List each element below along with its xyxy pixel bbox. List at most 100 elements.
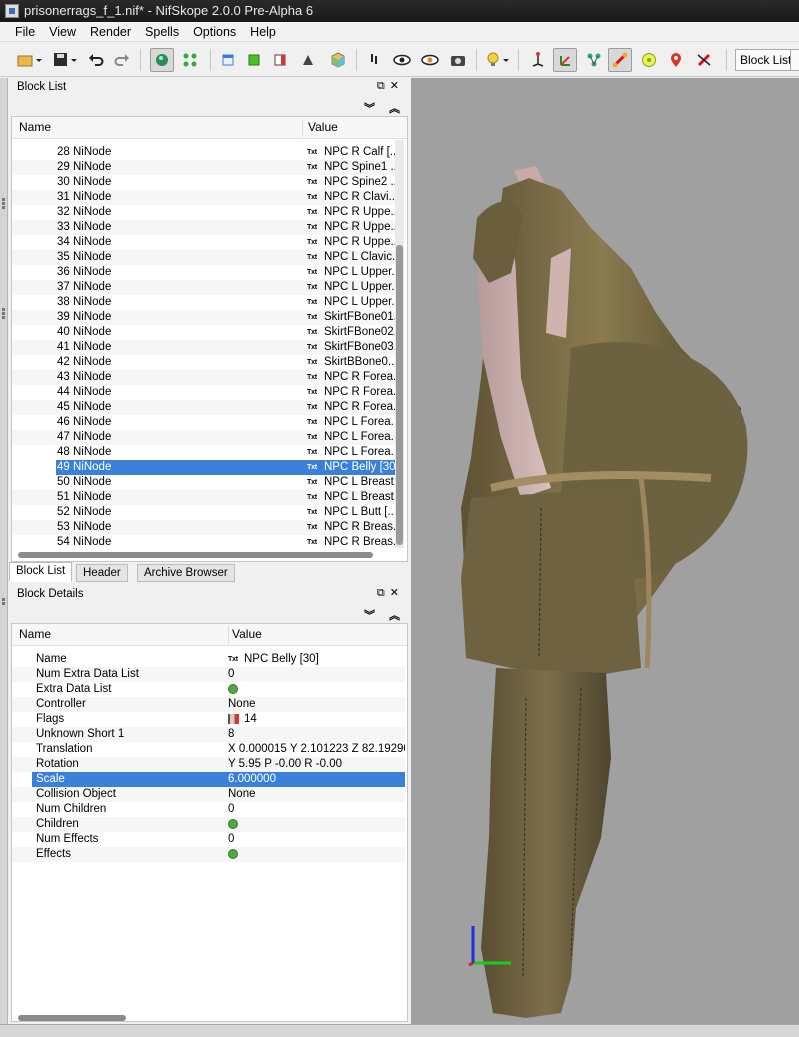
block-list-row[interactable]: 28 NiNode Txt NPC R Calf [... xyxy=(12,145,395,160)
block-list-row[interactable]: 47 NiNode Txt NPC L Forea... xyxy=(12,430,395,445)
block-list-row[interactable]: 31 NiNode Txt NPC R Clavi... xyxy=(12,190,395,205)
block-list-row[interactable]: 53 NiNode Txt NPC R Breas... xyxy=(12,520,395,535)
green-link-icon[interactable] xyxy=(228,684,238,697)
block-list-hscroll-thumb[interactable] xyxy=(18,552,373,558)
field-value[interactable]: None xyxy=(228,697,256,712)
save-file-icon[interactable] xyxy=(50,48,80,72)
block-list-row[interactable]: 41 NiNode Txt SkirtFBone03... xyxy=(12,340,395,355)
menu-render[interactable]: Render xyxy=(83,22,138,42)
detail-row[interactable]: Unknown Short 1 8 xyxy=(12,727,405,742)
show-markers-icon[interactable] xyxy=(637,48,661,72)
block-list-row[interactable]: 43 NiNode Txt NPC R Forea... xyxy=(12,370,395,385)
detail-row[interactable]: Children xyxy=(12,817,405,832)
block-list-row[interactable]: 30 NiNode Txt NPC Spine2 ... xyxy=(12,175,395,190)
block-list-row[interactable]: 52 NiNode Txt NPC L Butt [... xyxy=(12,505,395,520)
block-list-vscrollbar[interactable] xyxy=(395,140,404,548)
open-file-icon[interactable] xyxy=(14,48,44,72)
field-value[interactable]: 14 xyxy=(244,712,257,727)
column-value-header[interactable]: Value xyxy=(308,120,338,134)
menu-view[interactable]: View xyxy=(42,22,83,42)
field-value[interactable]: Y 5.95 P -0.00 R -0.00 xyxy=(228,757,342,772)
field-value[interactable]: 6.000000 xyxy=(228,772,276,787)
collapse-all-icon[interactable]: ︽ xyxy=(389,607,400,623)
block-list-row[interactable]: 54 NiNode Txt NPC R Breas... xyxy=(12,535,395,550)
block-list-vscroll-thumb[interactable] xyxy=(396,245,403,545)
block-list-row[interactable]: 45 NiNode Txt NPC R Forea... xyxy=(12,400,395,415)
select-object-icon[interactable] xyxy=(150,48,174,72)
eye-highlight-icon[interactable] xyxy=(418,48,442,72)
tab-header[interactable]: Header xyxy=(76,564,128,582)
location-pin-icon[interactable] xyxy=(664,48,688,72)
block-list-row[interactable]: 35 NiNode Txt NPC L Clavic... xyxy=(12,250,395,265)
render-viewport[interactable] xyxy=(411,78,799,1024)
collapse-all-icon[interactable]: ︽ xyxy=(389,100,400,116)
view-top-icon[interactable] xyxy=(216,48,240,72)
detail-row[interactable]: Controller None xyxy=(12,697,405,712)
expand-all-icon[interactable]: ︾ xyxy=(364,100,375,116)
field-value[interactable]: 0 xyxy=(228,802,234,817)
menu-options[interactable]: Options xyxy=(186,22,243,42)
detail-row[interactable]: Num Children 0 xyxy=(12,802,405,817)
block-list-row[interactable]: 37 NiNode Txt NPC L Upper... xyxy=(12,280,395,295)
block-list-row[interactable]: 44 NiNode Txt NPC R Forea... xyxy=(12,385,395,400)
tab-archive-browser[interactable]: Archive Browser xyxy=(137,564,235,582)
detail-row[interactable]: Name Txt NPC Belly [30] xyxy=(12,652,405,667)
view-front-icon[interactable] xyxy=(242,48,266,72)
field-value[interactable]: NPC Belly [30] xyxy=(244,652,319,667)
column-name-header[interactable]: Name xyxy=(19,120,51,134)
green-link-icon[interactable] xyxy=(228,819,238,832)
detail-row[interactable]: Collision Object None xyxy=(12,787,405,802)
toolbar-overflow-button[interactable] xyxy=(790,49,799,71)
block-list-row[interactable]: 48 NiNode Txt NPC L Forea... xyxy=(12,445,395,460)
view-side-icon[interactable] xyxy=(268,48,292,72)
column-value-header[interactable]: Value xyxy=(232,627,262,641)
field-value[interactable]: X 0.000015 Y 2.101223 Z 82.192909 xyxy=(228,742,405,757)
block-details-tree[interactable]: Name Value Name Txt NPC Belly [30] Num Extr… xyxy=(11,623,408,1022)
block-list-row[interactable]: 34 NiNode Txt NPC R Uppe... xyxy=(12,235,395,250)
block-list-row[interactable]: 29 NiNode Txt NPC Spine1 ... xyxy=(12,160,395,175)
detail-row[interactable]: Num Effects 0 xyxy=(12,832,405,847)
show-axes-icon[interactable] xyxy=(526,48,550,72)
column-name-header[interactable]: Name xyxy=(19,627,51,641)
field-value[interactable]: 0 xyxy=(228,667,234,682)
block-list-row[interactable]: 38 NiNode Txt NPC L Upper... xyxy=(12,295,395,310)
dock-float-close-buttons[interactable]: ⧉✕ xyxy=(377,79,404,93)
tab-block-list[interactable]: Block List xyxy=(9,562,73,582)
redo-icon[interactable] xyxy=(110,48,134,72)
block-list-row[interactable]: 42 NiNode Txt SkirtBBone0... xyxy=(12,355,395,370)
menu-help[interactable]: Help xyxy=(243,22,283,42)
block-list-toggle-button[interactable]: Block List xyxy=(735,49,797,71)
detail-row[interactable]: Effects xyxy=(12,847,405,862)
detail-row[interactable]: Extra Data List xyxy=(12,682,405,697)
block-list-row[interactable]: 32 NiNode Txt NPC R Uppe... xyxy=(12,205,395,220)
screenshot-icon[interactable] xyxy=(446,48,470,72)
block-list-tree[interactable]: Name Value 28 NiNode Txt NPC R Calf [... 29… xyxy=(11,116,408,562)
eye-icon[interactable] xyxy=(390,48,414,72)
green-link-icon[interactable] xyxy=(228,849,238,862)
menu-file[interactable]: File xyxy=(0,22,42,42)
hide-bones-icon[interactable] xyxy=(692,48,716,72)
field-value[interactable]: 0 xyxy=(228,832,234,847)
field-value[interactable]: 8 xyxy=(228,727,234,742)
detail-row[interactable]: Scale 6.000000 xyxy=(32,772,405,787)
dock-float-close-buttons[interactable]: ⧉✕ xyxy=(377,586,404,600)
expand-all-icon[interactable]: ︾ xyxy=(364,607,375,623)
detail-row[interactable]: Num Extra Data List 0 xyxy=(12,667,405,682)
show-hidden-icon[interactable] xyxy=(362,48,386,72)
block-list-row[interactable]: 51 NiNode Txt NPC L Breast... xyxy=(12,490,395,505)
block-list-row[interactable]: 49 NiNode Txt NPC Belly [30] xyxy=(12,460,395,475)
field-value[interactable]: None xyxy=(228,787,256,802)
block-list-row[interactable]: 39 NiNode Txt SkirtFBone01... xyxy=(12,310,395,325)
flag-icon[interactable] xyxy=(228,714,241,727)
detail-row[interactable]: Translation X 0.000015 Y 2.101223 Z 82.19… xyxy=(12,742,405,757)
block-list-row[interactable]: 36 NiNode Txt NPC L Upper... xyxy=(12,265,395,280)
show-nodes-icon[interactable] xyxy=(553,48,577,72)
block-details-hscroll-thumb[interactable] xyxy=(18,1015,126,1021)
show-constraints-icon[interactable] xyxy=(582,48,606,72)
vertex-select-icon[interactable] xyxy=(178,48,202,72)
lighting-icon[interactable] xyxy=(482,48,512,72)
show-bones-icon[interactable] xyxy=(608,48,632,72)
block-list-row[interactable]: 50 NiNode Txt NPC L Breast... xyxy=(12,475,395,490)
menu-spells[interactable]: Spells xyxy=(138,22,186,42)
view-perspective-icon[interactable] xyxy=(326,48,350,72)
